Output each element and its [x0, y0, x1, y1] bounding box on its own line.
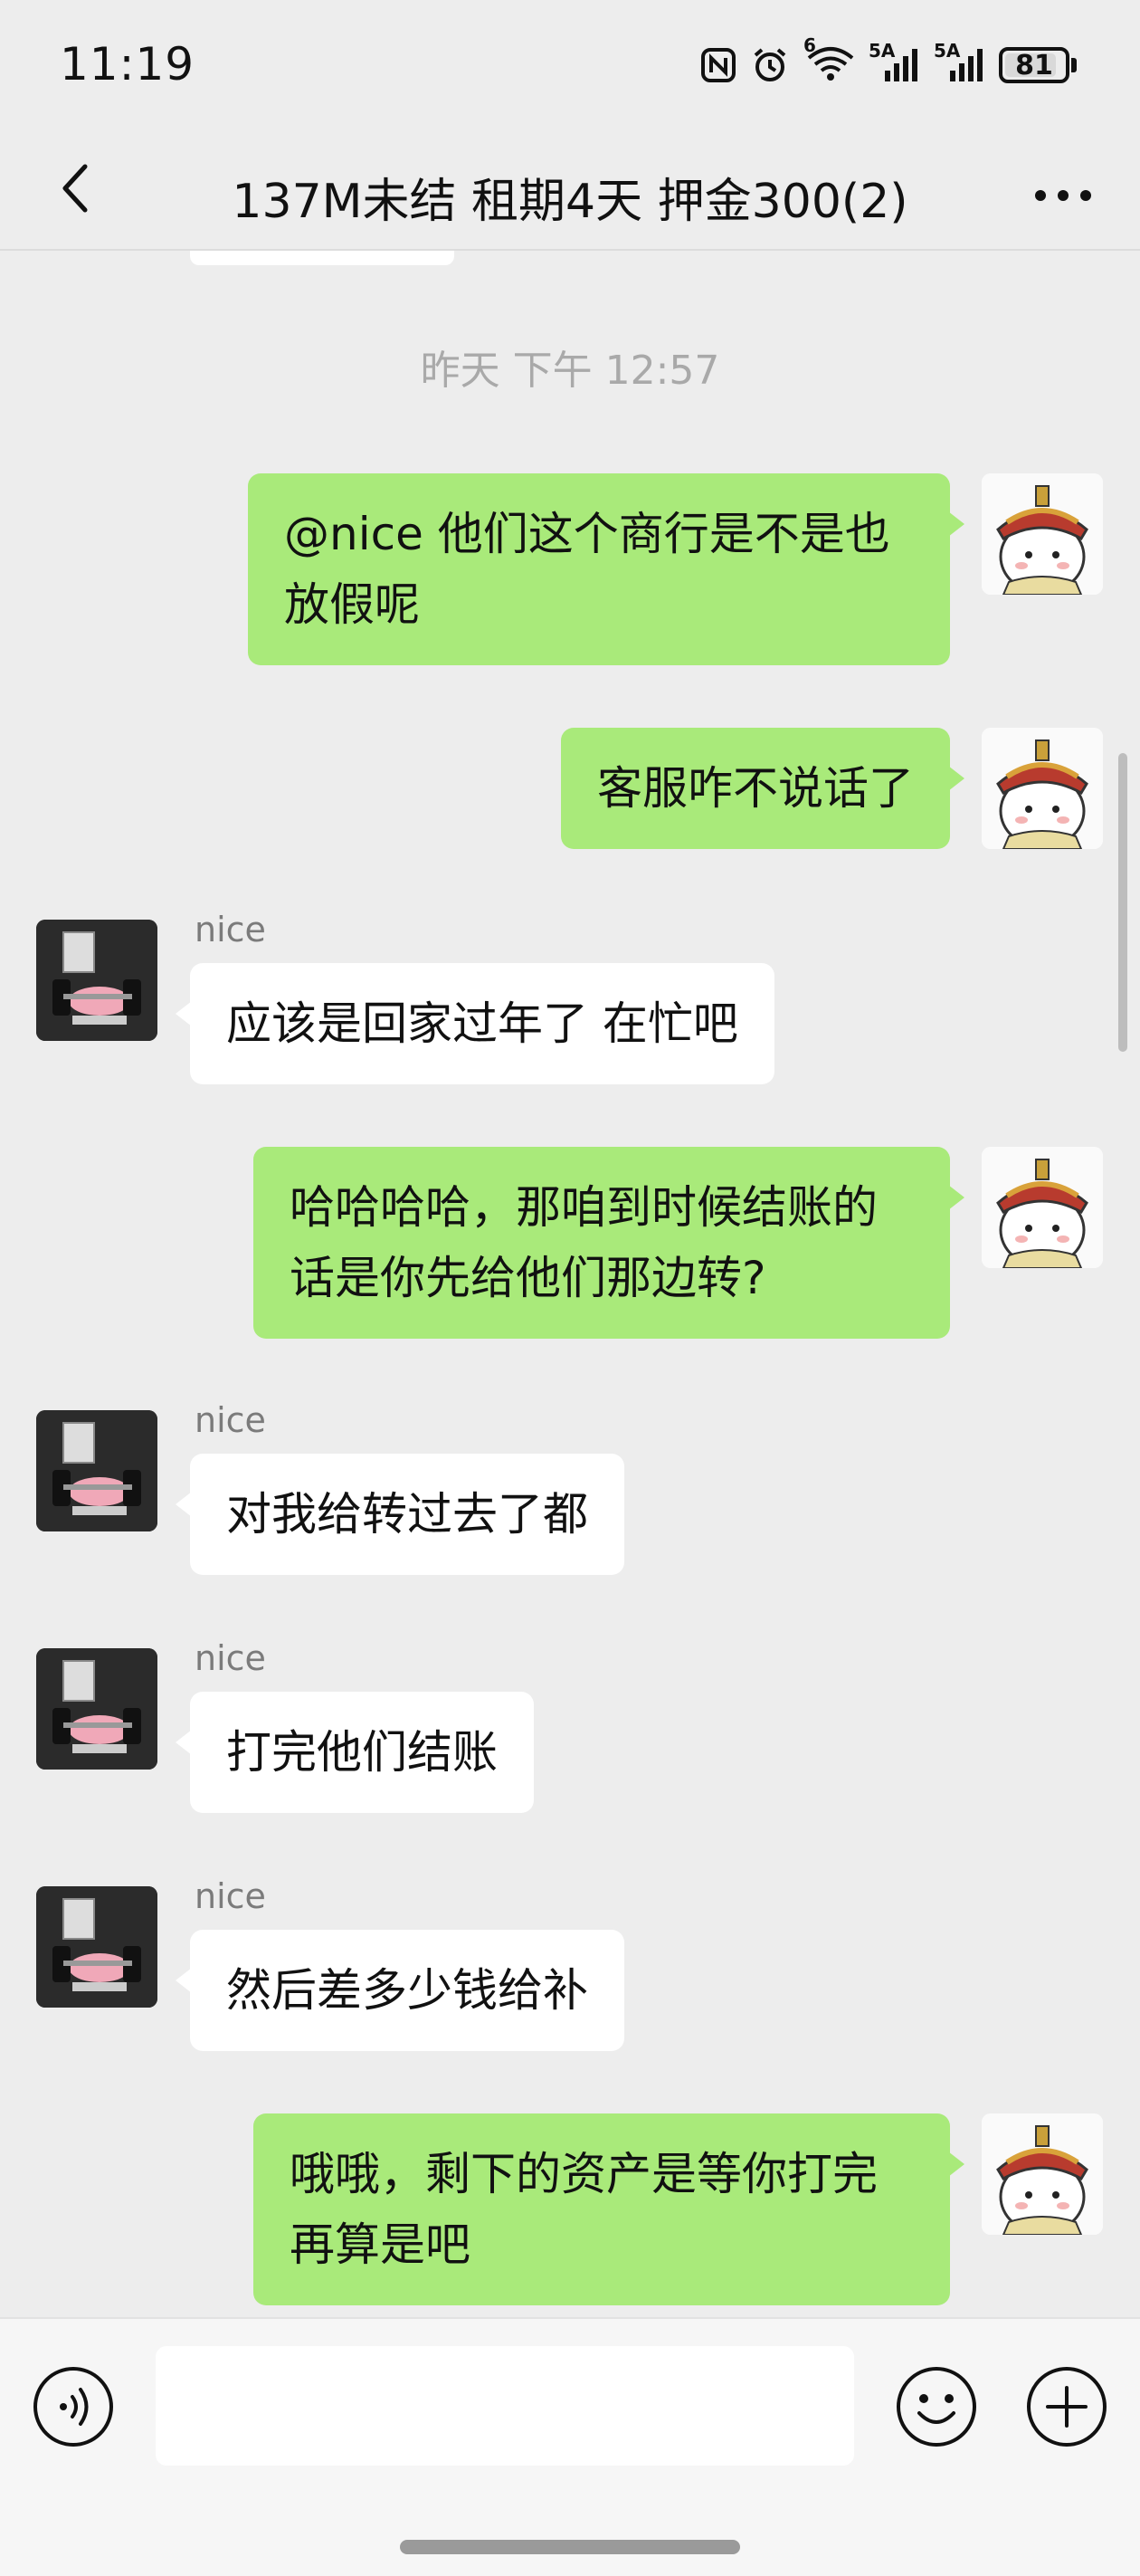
chat-messages[interactable]: 昨天 下午 12:57 @nice 他们这个商行是不是也放假呢 客服咋不说话了 … [0, 251, 1140, 2317]
message-bubble-other[interactable]: 对我给转过去了都 [176, 1454, 624, 1575]
alarm-icon [754, 48, 786, 81]
weightlifter-avatar-icon [36, 1648, 157, 1770]
status-time: 11:19 [60, 38, 195, 91]
chat-header: 137M未结 租期4天 押金300(2) [0, 136, 1140, 251]
self-avatar[interactable] [982, 2113, 1103, 2235]
emperor-avatar-icon [982, 1147, 1103, 1268]
home-indicator[interactable] [400, 2540, 740, 2554]
self-avatar[interactable] [982, 473, 1103, 595]
sender-name: nice [195, 1638, 266, 1678]
voice-input-icon[interactable] [31, 2364, 116, 2449]
signal-5a-icon: 5A [934, 42, 984, 83]
emoji-icon[interactable] [894, 2364, 979, 2449]
message-bubble-self[interactable]: 哈哈哈哈，那咱到时候结账的话是你先给他们那边转? [253, 1147, 964, 1339]
sender-name: nice [195, 910, 266, 949]
status-icons: 6 5A 5A 81 [700, 36, 1077, 87]
message-bubble-self[interactable]: 哦哦，剩下的资产是等你打完再算是吧 [253, 2113, 964, 2305]
battery-icon: 81 [999, 47, 1077, 83]
nice-avatar[interactable] [36, 1886, 157, 2008]
message-bubble-self[interactable]: 客服咋不说话了 [561, 728, 964, 849]
signal-label: 5A [869, 40, 896, 62]
self-avatar[interactable] [982, 728, 1103, 849]
wifi-label: 6 [803, 34, 816, 56]
signal-5a-icon: 5A [869, 42, 919, 83]
emperor-avatar-icon [982, 2113, 1103, 2235]
weightlifter-avatar-icon [36, 920, 157, 1041]
message-bubble-other[interactable]: 然后差多少钱给补 [176, 1930, 624, 2051]
nice-avatar[interactable] [36, 920, 157, 1041]
status-bar: 11:19 6 5A 5A 81 [0, 0, 1140, 136]
sender-name: nice [195, 1400, 266, 1440]
emperor-avatar-icon [982, 728, 1103, 849]
chat-title: 137M未结 租期4天 押金300(2) [232, 175, 908, 229]
self-avatar[interactable] [982, 1147, 1103, 1268]
signal-label: 5A [934, 40, 961, 62]
nice-avatar[interactable] [36, 1648, 157, 1770]
wifi-icon: 6 [803, 36, 854, 87]
time-divider: 昨天 下午 12:57 [420, 348, 720, 394]
nfc-icon [701, 48, 736, 82]
emperor-avatar-icon [982, 473, 1103, 595]
plus-icon[interactable] [1024, 2364, 1109, 2449]
message-input[interactable] [156, 2346, 854, 2466]
message-bubble-partial [190, 251, 454, 265]
weightlifter-avatar-icon [36, 1410, 157, 1531]
more-options-icon[interactable] [1022, 152, 1104, 224]
weightlifter-avatar-icon [36, 1886, 157, 2008]
message-bubble-other[interactable]: 应该是回家过年了 在忙吧 [176, 963, 774, 1084]
nice-avatar[interactable] [36, 1410, 157, 1531]
message-bubble-other[interactable]: 打完他们结账 [176, 1692, 534, 1813]
sender-name: nice [195, 1876, 266, 1916]
message-bubble-self[interactable]: @nice 他们这个商行是不是也放假呢 [248, 473, 964, 665]
input-bar [0, 2317, 1140, 2576]
battery-level: 81 [1015, 49, 1053, 81]
chat-scrollbar[interactable] [1118, 753, 1127, 1052]
